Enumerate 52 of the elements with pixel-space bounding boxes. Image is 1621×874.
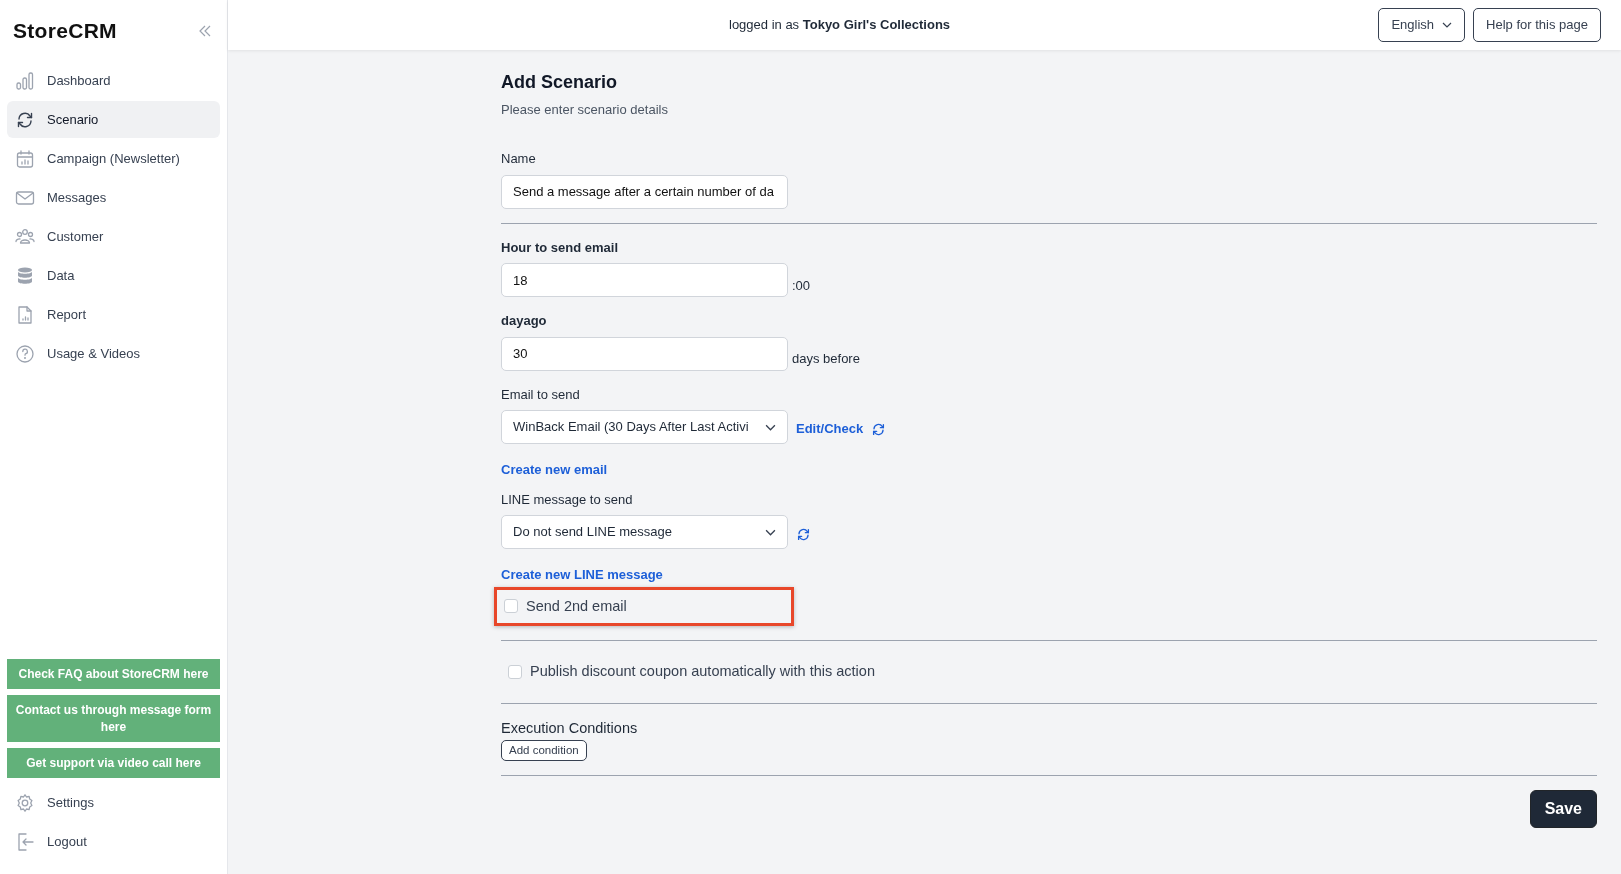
select-value: Do not send LINE message [513,523,672,542]
bar-chart-icon [15,70,35,91]
select-value: WinBack Email (30 Days After Last Activi [513,418,749,437]
sidebar-item[interactable]: Dashboard [7,62,220,99]
checkbox[interactable] [508,665,522,680]
sidebar-item[interactable]: Messages [7,179,220,216]
collapse-icon[interactable] [198,24,212,38]
login-text: logged in as Tokyo Girl's Collections [729,16,951,35]
page-subtitle: Please enter scenario details [501,100,669,119]
people-icon [15,226,35,247]
field-label: Email to send [501,385,581,404]
edit-link[interactable]: Edit/Check [796,419,864,439]
field-label: LINE message to send [501,490,634,509]
field-label: dayago [501,312,548,331]
sidebar-item[interactable]: Usage & Videos [7,335,220,372]
text-field[interactable]: 30 [501,336,788,371]
field-suffix: days before [792,350,860,369]
language-dropdown[interactable]: English [1378,8,1466,42]
create-link[interactable]: Create new LINE message [501,565,663,585]
field-label: Hour to send email [501,238,620,257]
gear-icon [15,792,35,813]
help-icon [15,343,35,364]
sidebar-item[interactable]: Data [7,257,220,294]
field-label: Name [501,150,537,169]
create-link[interactable]: Create new email [501,460,608,480]
sidebar-item[interactable]: Customer [7,218,220,255]
app-logo: StoreCRM [13,18,117,45]
checkbox-label: Send 2nd email [526,596,627,616]
sidebar-item[interactable]: Report [7,296,220,333]
select-field[interactable]: Do not send LINE message [501,515,788,550]
checkbox-label: Publish discount coupon automatically with this action [530,662,875,682]
checkbox[interactable] [504,599,518,614]
help-button[interactable]: Help for this page [1473,8,1601,42]
save-button[interactable]: Save [1529,790,1597,829]
select-field[interactable]: WinBack Email (30 Days After Last Activi [501,410,788,445]
calendar-icon [15,148,35,169]
refresh-icon[interactable] [796,526,811,542]
refresh-icon[interactable] [871,421,887,437]
sidebar-item[interactable]: Logout [7,823,220,860]
sidebar-item[interactable]: Scenario [7,101,220,138]
sidebar-item[interactable]: Settings [7,784,220,821]
field-suffix: :00 [792,276,811,295]
sidebar-item[interactable]: Campaign (Newsletter) [7,140,220,177]
document-icon [15,304,35,325]
page-title: Add Scenario [501,72,619,94]
caret-icon [1442,20,1453,30]
text-field[interactable]: Send a message after a certain number of da [501,174,788,209]
section-title: Execution Conditions [501,719,639,739]
add-condition-button[interactable]: Add condition [501,739,587,762]
logout-icon [15,831,35,852]
text-field[interactable]: 18 [501,263,788,298]
database-icon [15,265,35,286]
